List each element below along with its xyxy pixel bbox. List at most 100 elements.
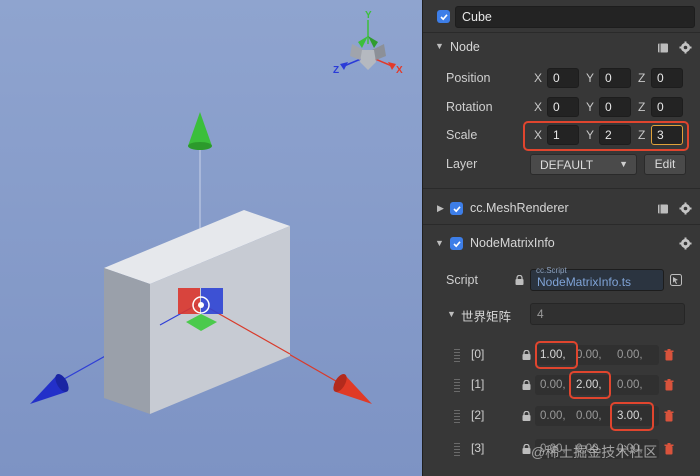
trash-icon[interactable] (664, 379, 674, 391)
gear-icon[interactable] (679, 41, 692, 54)
position-row: Position X 0 Y 0 Z 0 (423, 64, 700, 92)
lock-icon (522, 380, 531, 390)
matrix-cell[interactable]: 0.00, (576, 345, 602, 365)
lock-icon (522, 444, 531, 454)
world-matrix-length-input[interactable]: 4 (530, 303, 685, 325)
diag-highlight-0 (535, 341, 578, 369)
trash-icon[interactable] (664, 349, 674, 361)
x-axis-arrow[interactable] (331, 372, 372, 404)
matrix-row-index: [0] (471, 347, 485, 361)
matrix-cell[interactable]: 0.00, (617, 375, 643, 395)
matrix-row-index: [1] (471, 377, 485, 391)
gear-icon[interactable] (679, 202, 692, 215)
rotation-x-input[interactable]: 0 (547, 97, 579, 117)
matrix-row-index: [2] (471, 408, 485, 422)
scale-label: Scale (446, 128, 478, 142)
watermark: @稀土掘金技术社区 (531, 444, 658, 460)
inspector-panel: Cube ▼ Node Position X 0 Y 0 Z 0 Rotatio… (422, 0, 700, 476)
locate-asset-icon[interactable] (670, 274, 682, 286)
scale-y-input[interactable]: 2 (599, 125, 631, 145)
expand-triangle-icon[interactable]: ▶ (437, 203, 444, 214)
diag-highlight-2 (610, 402, 654, 431)
lock-icon (515, 275, 524, 285)
help-book-icon[interactable] (657, 42, 669, 54)
gizmo-y-label: Y (365, 10, 372, 21)
script-asset-field[interactable]: cc.Script NodeMatrixInfo.ts (530, 266, 664, 291)
layer-edit-button[interactable]: Edit (644, 154, 686, 175)
drag-handle-icon[interactable] (454, 443, 460, 456)
matrix-info-header[interactable]: ▼ NodeMatrixInfo (423, 229, 700, 259)
gizmo-z-label: Z (333, 65, 339, 76)
axis-y-letter: Y (586, 71, 595, 85)
gear-icon[interactable] (679, 237, 692, 250)
rotation-label: Rotation (446, 100, 493, 114)
mesh-renderer-title: cc.MeshRenderer (470, 201, 569, 215)
axis-y-letter: Y (586, 128, 595, 142)
trash-icon[interactable] (664, 410, 674, 422)
lock-icon (522, 350, 531, 360)
axis-z-letter: Z (638, 100, 646, 114)
scene-viewport[interactable]: Y X Z (0, 0, 422, 476)
matrix-cell[interactable]: 0.00, (576, 406, 602, 426)
lock-icon (522, 411, 531, 421)
axis-x-letter: X (534, 128, 543, 142)
scale-row: Scale X 1 Y 2 Z 3 (423, 121, 700, 151)
matrix-cell[interactable]: 0.00, (540, 406, 566, 426)
matrix-info-enabled-checkbox[interactable] (450, 237, 463, 250)
drag-handle-icon[interactable] (454, 349, 460, 362)
rotation-y-input[interactable]: 0 (599, 97, 631, 117)
node-header: Cube (423, 2, 700, 30)
axis-z-letter: Z (638, 71, 646, 85)
orientation-gizmo[interactable] (340, 20, 396, 70)
matrix-row-index: [3] (471, 441, 485, 455)
layer-row: Layer DEFAULT ▼ Edit (423, 150, 700, 178)
chevron-down-icon: ▼ (619, 159, 628, 169)
matrix-row: [2] 0.00, 0.00, 3.00, (423, 401, 700, 431)
matrix-row: [1] 0.00, 2.00, 0.00, (423, 370, 700, 400)
world-matrix-label: 世界矩阵 (461, 310, 512, 324)
mesh-renderer-header[interactable]: ▶ cc.MeshRenderer (423, 194, 700, 224)
position-label: Position (446, 71, 491, 85)
divider (423, 188, 700, 189)
rotation-row: Rotation X 0 Y 0 Z 0 (423, 93, 700, 121)
axis-z-letter: Z (638, 128, 646, 142)
help-book-icon[interactable] (657, 203, 669, 215)
mesh-renderer-enabled-checkbox[interactable] (450, 202, 463, 215)
drag-handle-icon[interactable] (454, 379, 460, 392)
position-y-input[interactable]: 0 (599, 68, 631, 88)
world-matrix-row: ▼ 世界矩阵 4 (423, 300, 700, 328)
scale-x-input[interactable]: 1 (547, 125, 579, 145)
collapse-triangle-icon[interactable]: ▼ (435, 238, 444, 248)
node-name-input[interactable]: Cube (455, 6, 695, 28)
diag-highlight-1 (569, 371, 611, 399)
gizmo-x-label: X (396, 65, 403, 76)
matrix-info-title: NodeMatrixInfo (470, 236, 555, 250)
layer-select[interactable]: DEFAULT ▼ (530, 154, 637, 175)
position-z-input[interactable]: 0 (651, 68, 683, 88)
layer-label: Layer (446, 157, 478, 171)
node-section-title: Node (450, 40, 480, 54)
node-section-header[interactable]: ▼ Node (423, 33, 700, 63)
script-type-tag: cc.Script (536, 266, 567, 275)
axis-x-letter: X (534, 71, 543, 85)
scene-canvas: Y X Z (30, 10, 403, 414)
divider (423, 224, 700, 225)
z-axis-arrow[interactable] (30, 372, 71, 404)
drag-handle-icon[interactable] (454, 410, 460, 423)
y-axis-arrow[interactable] (188, 112, 212, 150)
scale-z-input[interactable]: 3 (651, 125, 683, 145)
script-asset-value: NodeMatrixInfo.ts (537, 275, 632, 289)
layer-select-value: DEFAULT (540, 158, 594, 172)
collapse-triangle-icon[interactable]: ▼ (447, 309, 456, 319)
axis-x-letter: X (534, 100, 543, 114)
script-row: Script cc.Script NodeMatrixInfo.ts (423, 266, 700, 294)
collapse-triangle-icon[interactable]: ▼ (435, 41, 444, 51)
axis-y-letter: Y (586, 100, 595, 114)
matrix-cell[interactable]: 0.00, (540, 375, 566, 395)
script-label: Script (446, 273, 478, 287)
position-x-input[interactable]: 0 (547, 68, 579, 88)
rotation-z-input[interactable]: 0 (651, 97, 683, 117)
trash-icon[interactable] (664, 443, 674, 455)
matrix-cell[interactable]: 0.00, (617, 345, 643, 365)
node-active-checkbox[interactable] (437, 10, 450, 23)
